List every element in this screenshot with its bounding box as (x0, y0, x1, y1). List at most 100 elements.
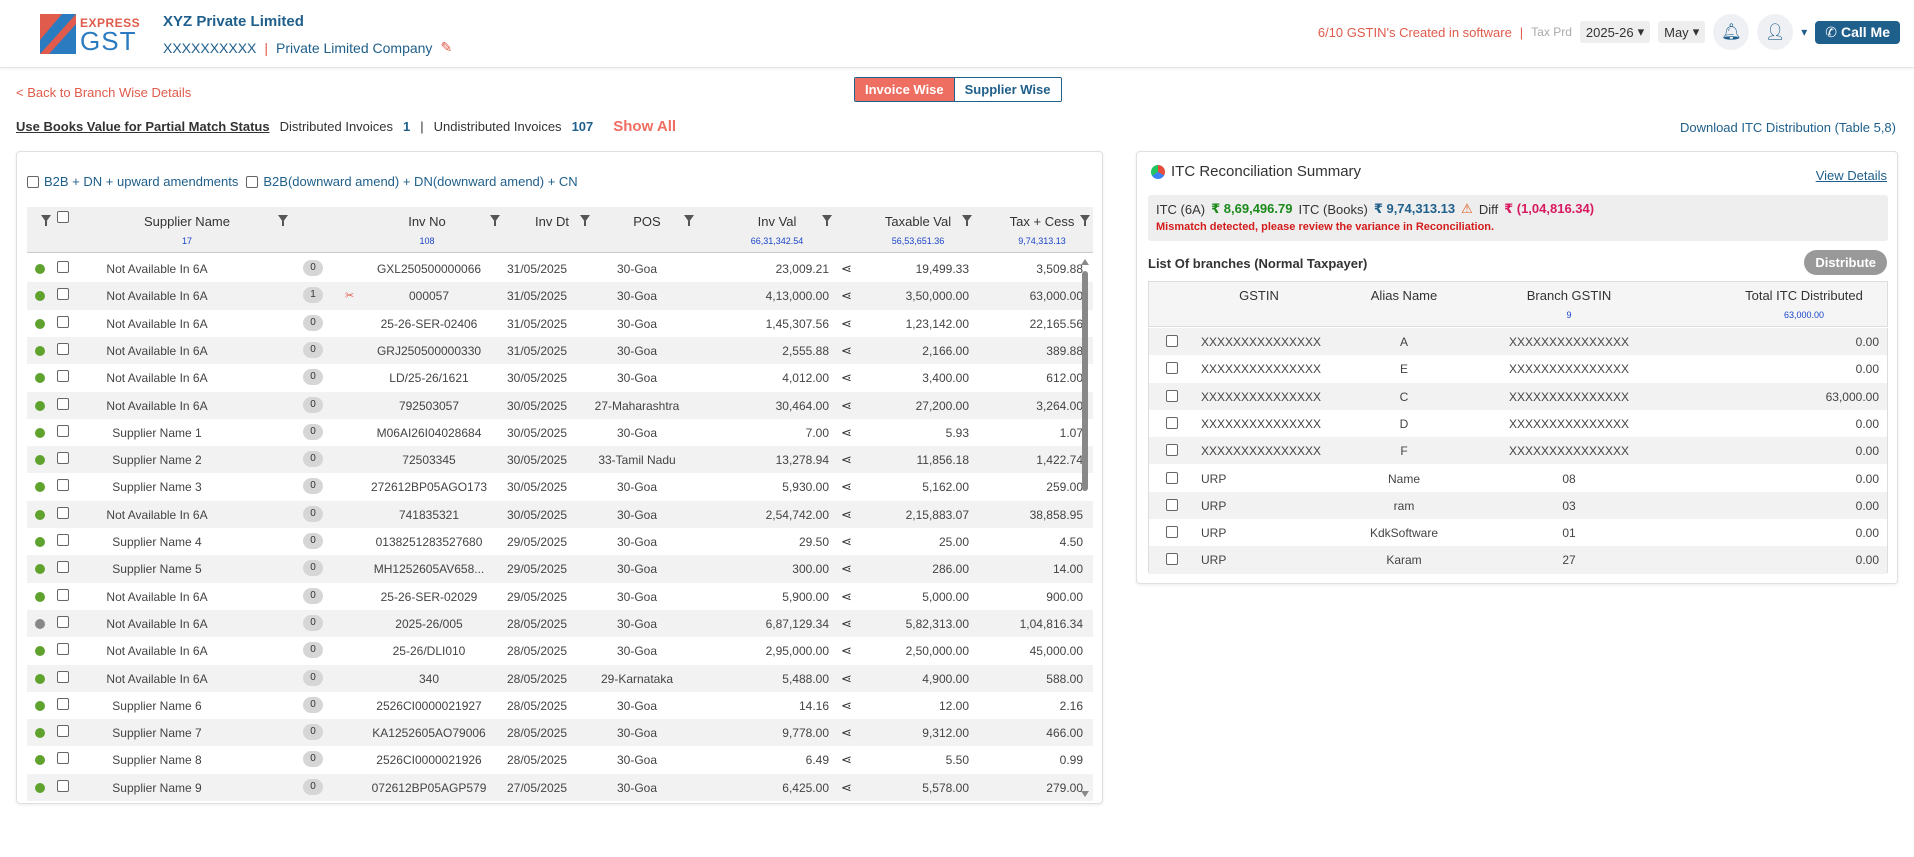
table-row[interactable]: Not Available In 6A 0 340 28/05/2025 29-Karn… (27, 664, 1093, 692)
branch-row[interactable]: XXXXXXXXXXXXXXX D XXXXXXXXXXXXXXX 0.00 (1149, 410, 1887, 437)
branch-row[interactable]: URP Name 08 0.00 (1149, 465, 1887, 492)
table-row[interactable]: Not Available In 6A 1 ✂ 000057 31/05/2025 30-… (27, 282, 1093, 310)
count-badge[interactable]: 0 (303, 478, 323, 495)
count-badge[interactable]: 0 (303, 614, 323, 631)
share-icon[interactable]: ⋖ (841, 671, 852, 687)
branch-row[interactable]: XXXXXXXXXXXXXXX E XXXXXXXXXXXXXXX 0.00 (1149, 355, 1887, 382)
month-select[interactable]: May ▾ (1658, 21, 1706, 43)
scroll-down-icon[interactable] (1081, 791, 1089, 797)
branch-checkbox[interactable] (1166, 526, 1178, 539)
scroll-thumb[interactable] (1082, 271, 1088, 491)
undistributed-count[interactable]: 107 (572, 119, 594, 134)
count-badge[interactable]: 0 (303, 642, 323, 659)
express-gst-logo[interactable]: EXPRESS GST (40, 14, 140, 54)
branch-row[interactable]: URP Karam 27 0.00 (1149, 546, 1887, 574)
branch-row[interactable]: URP KdkSoftware 01 0.00 (1149, 519, 1887, 546)
share-icon[interactable]: ⋖ (841, 343, 852, 359)
row-checkbox[interactable] (57, 397, 69, 410)
invoice-wise-tab[interactable]: Invoice Wise (855, 78, 954, 101)
row-checkbox[interactable] (57, 342, 69, 355)
share-icon[interactable]: ⋖ (841, 725, 852, 741)
col-tax-cess[interactable]: Tax + Cess 9,74,313.13 (997, 214, 1087, 246)
row-checkbox[interactable] (57, 779, 69, 792)
table-row[interactable]: Not Available In 6A 0 25-26-SER-02406 31/05… (27, 310, 1093, 337)
col-inv-no[interactable]: Inv No 108 (387, 214, 467, 246)
count-badge[interactable]: 0 (303, 341, 323, 358)
filter-icon[interactable] (1080, 215, 1090, 226)
branch-checkbox[interactable] (1166, 335, 1178, 347)
col-inv-val[interactable]: Inv Val 66,31,342.54 (732, 214, 822, 246)
share-icon[interactable]: ⋖ (841, 534, 852, 550)
count-badge[interactable]: 0 (303, 751, 323, 768)
branch-row[interactable]: XXXXXXXXXXXXXXX A XXXXXXXXXXXXXXX 0.00 (1149, 328, 1887, 356)
row-checkbox[interactable] (57, 370, 69, 383)
row-checkbox[interactable] (57, 315, 69, 328)
branch-checkbox[interactable] (1166, 362, 1178, 375)
filter-icon[interactable] (580, 215, 590, 226)
share-icon[interactable]: ⋖ (841, 698, 852, 714)
user-icon[interactable]: 👤︎ (1757, 14, 1794, 50)
branch-checkbox[interactable] (1166, 471, 1178, 484)
branch-checkbox[interactable] (1166, 444, 1178, 457)
row-checkbox[interactable] (57, 424, 69, 437)
table-row[interactable]: Not Available In 6A 0 2025-26/005 28/05/202… (27, 609, 1093, 638)
table-row[interactable]: Supplier Name 8 0 2526CI0000021926 28/05/20… (27, 746, 1093, 773)
scroll-up-icon[interactable] (1081, 259, 1089, 265)
share-icon[interactable]: ⋖ (841, 589, 852, 605)
count-badge[interactable]: 0 (303, 423, 323, 440)
filter-icon[interactable] (822, 215, 832, 226)
row-checkbox[interactable] (57, 588, 69, 601)
download-itc-link[interactable]: Download ITC Distribution (Table 5,8) (1680, 120, 1896, 135)
table-row[interactable]: Supplier Name 6 0 2526CI0000021927 28/05/20… (27, 692, 1093, 719)
share-icon[interactable]: ⋖ (841, 616, 852, 632)
table-row[interactable]: Not Available In 6A 0 GXL250500000066 31/05… (27, 255, 1093, 282)
table-row[interactable]: Not Available In 6A 0 LD/25-26/1621 30/05/2… (27, 364, 1093, 391)
count-badge[interactable]: 0 (303, 778, 323, 795)
share-icon[interactable]: ⋖ (841, 316, 852, 332)
branch-checkbox[interactable] (1166, 416, 1178, 429)
row-checkbox[interactable] (57, 615, 69, 628)
share-icon[interactable]: ⋖ (841, 398, 852, 414)
table-row[interactable]: Not Available In 6A 0 25-26-SER-02029 29/05… (27, 583, 1093, 610)
share-icon[interactable]: ⋖ (841, 643, 852, 659)
table-row[interactable]: Supplier Name 7 0 KA1252605AO79006 28/05/20… (27, 719, 1093, 747)
table-row[interactable]: Supplier Name 4 0 0138251283527680 29/05/20… (27, 528, 1093, 555)
filter-icon[interactable] (278, 215, 288, 226)
count-badge[interactable]: 0 (303, 724, 323, 741)
row-checkbox[interactable] (57, 506, 69, 519)
share-icon[interactable]: ⋖ (841, 425, 852, 441)
share-icon[interactable]: ⋖ (841, 288, 852, 304)
col-inv-dt[interactable]: Inv Dt (517, 214, 587, 229)
distribute-button[interactable]: Distribute (1804, 250, 1887, 275)
row-checkbox[interactable] (57, 479, 69, 492)
filter-icon[interactable] (490, 215, 500, 226)
row-checkbox[interactable] (57, 725, 69, 738)
row-checkbox[interactable] (57, 534, 69, 546)
count-badge[interactable]: 0 (303, 396, 323, 413)
row-checkbox[interactable] (57, 452, 69, 465)
row-checkbox[interactable] (57, 670, 69, 683)
col-taxable-val[interactable]: Taxable Val 56,53,651.36 (873, 214, 963, 246)
branch-row[interactable]: URP ram 03 0.00 (1149, 491, 1887, 520)
filter-icon[interactable] (41, 215, 51, 226)
row-checkbox[interactable] (57, 561, 69, 574)
table-row[interactable]: Supplier Name 5 0 MH1252605AV658... 29/05/2… (27, 555, 1093, 583)
count-badge[interactable]: 0 (303, 369, 323, 386)
count-badge[interactable]: 0 (303, 696, 323, 713)
year-select[interactable]: 2025-26 ▾ (1579, 21, 1651, 43)
table-row[interactable]: Supplier Name 1 0 M06AI26I04028684 30/05/20… (27, 419, 1093, 446)
filter-icon[interactable] (962, 215, 972, 226)
branch-checkbox[interactable] (1166, 389, 1178, 402)
b2b-checkbox[interactable] (27, 175, 39, 188)
branch-row[interactable]: XXXXXXXXXXXXXXX F XXXXXXXXXXXXXXX 0.00 (1149, 437, 1887, 465)
table-row[interactable]: Not Available In 6A 0 25-26/DLI010 28/05/20… (27, 637, 1093, 664)
share-icon[interactable]: ⋖ (841, 752, 852, 768)
col-pos[interactable]: POS (617, 214, 677, 229)
count-badge[interactable]: 0 (303, 314, 323, 331)
row-checkbox[interactable] (57, 643, 69, 656)
downward-filter[interactable]: B2B(downward amend) + DN(downward amend)… (246, 174, 578, 189)
share-icon[interactable]: ⋖ (841, 479, 852, 495)
table-row[interactable]: Not Available In 6A 0 741835321 30/05/2025 3… (27, 500, 1093, 528)
select-all-checkbox[interactable] (57, 211, 69, 223)
books-value-link[interactable]: Use Books Value for Partial Match Status (16, 119, 270, 134)
